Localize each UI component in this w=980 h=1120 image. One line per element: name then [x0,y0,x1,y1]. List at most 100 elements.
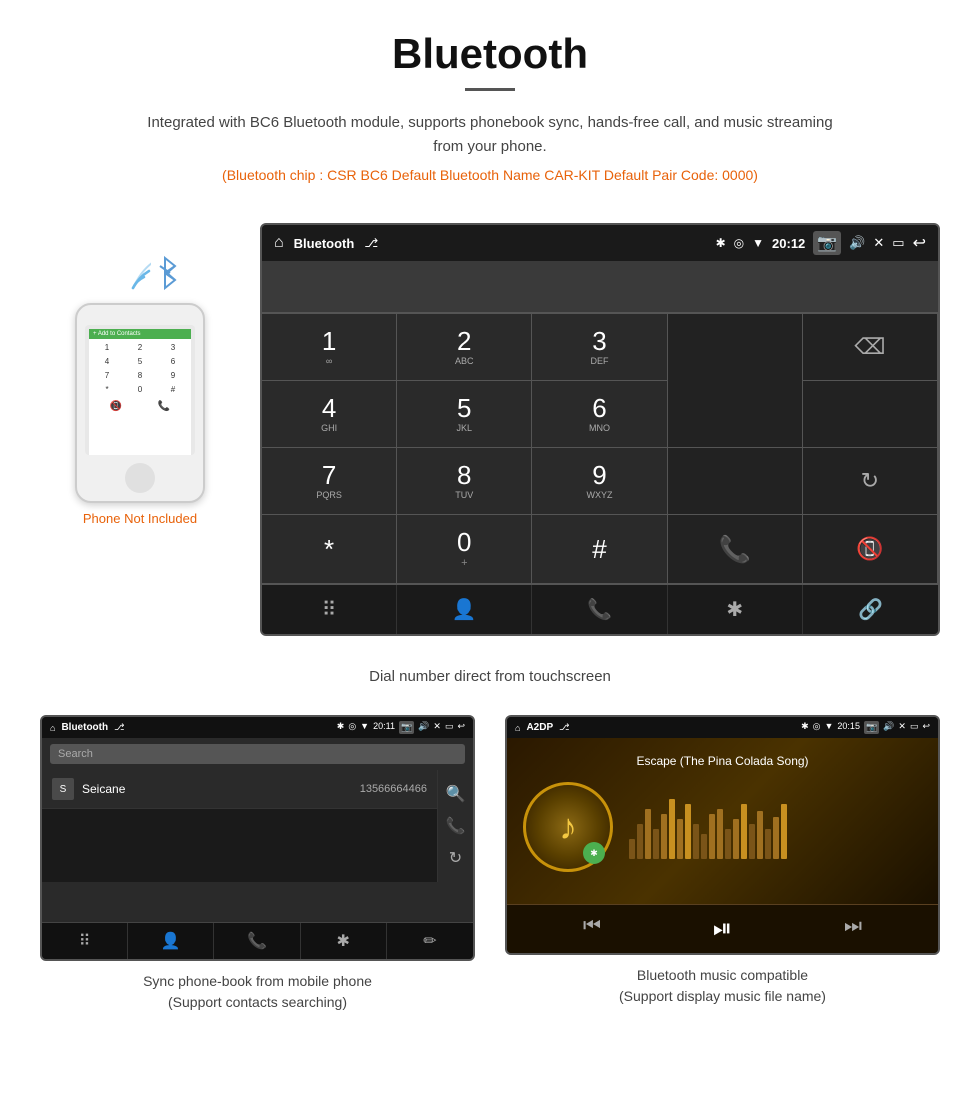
phonebook-title: Bluetooth [61,722,108,733]
caption-line2: (Support contacts searching) [168,994,347,1010]
dialpad-grid: 1 ∞ 2 ABC 3 DEF ⌫ 4 GHI 5 [262,313,938,584]
eq-bar-0 [629,839,635,859]
phonebook-usb-icon: ⎇ [114,722,124,733]
bluetooth-icon [155,253,185,298]
nav-calls[interactable]: 📞 [532,585,667,634]
music-card: ⌂ A2DP ⎇ ✱ ◎ ▼ 20:15 📷 🔊 ✕ ▭ ↩ [505,715,940,1013]
dial-key-8[interactable]: 8 TUV [397,448,532,515]
mini-key-9: 9 [157,369,189,382]
phonebook-nav-edit[interactable]: ✏ [387,923,473,959]
dial-key-4[interactable]: 4 GHI [262,381,397,448]
usb-icon: ⎇ [364,236,378,250]
key-sub-6: MNO [589,423,610,433]
phonebook-search-input[interactable]: Search [50,744,465,764]
caption-line1: Sync phone-book from mobile phone [143,973,372,989]
dial-key-1[interactable]: 1 ∞ [262,314,397,381]
mini-call-row: 📵 📞 [89,398,191,415]
volume-icon[interactable]: 🔊 [849,235,865,251]
play-pause-button[interactable]: ⏯ [713,915,732,943]
call-green-key[interactable]: 📞 [668,515,803,584]
phonebook-status-bar: ⌂ Bluetooth ⎇ ✱ ◎ ▼ 20:11 📷 🔊 ✕ ▭ ↩ [42,717,473,738]
phone-not-included: Phone Not Included [83,511,197,526]
phonebook-nav-bt[interactable]: ✱ [301,923,387,959]
wifi-icon [116,253,151,298]
eq-bar-15 [749,824,755,859]
contact-letter: S [52,778,74,800]
phonebook-side-bar: 🔍 📞 ↻ [437,770,473,882]
signal-icon: ▼ [752,236,764,250]
car-screen-title: Bluetooth [294,236,355,251]
eq-bar-1 [637,824,643,859]
phone-home-button [125,463,155,493]
dial-key-7[interactable]: 7 PQRS [262,448,397,515]
nav-bluetooth[interactable]: ✱ [668,585,803,634]
nav-contacts[interactable]: 👤 [397,585,532,634]
key-num-1: 1 [322,328,336,354]
dial-key-hash[interactable]: # [532,515,667,584]
phonebook-loc-icon: ◎ [348,721,356,734]
eq-bar-18 [773,817,779,859]
car-status-bar: ⌂ Bluetooth ⎇ ✱ ◎ ▼ 20:12 📷 🔊 ✕ ▭ ↩ [262,225,938,261]
empty-row3-col4 [668,448,803,515]
phonebook-nav-dialpad[interactable]: ⠿ [42,923,128,959]
window-icon[interactable]: ▭ [892,235,904,251]
bottom-screenshots: ⌂ Bluetooth ⎇ ✱ ◎ ▼ 20:11 📷 🔊 ✕ ▭ ↩ [0,705,980,1033]
contact-row[interactable]: S Seicane 13566664466 [42,770,437,809]
phonebook-main-area: S Seicane 13566664466 [42,770,437,882]
phonebook-nav-contacts[interactable]: 👤 [128,923,214,959]
prev-button[interactable]: ⏮ [583,915,601,943]
eq-bar-2 [645,809,651,859]
nav-link[interactable]: 🔗 [803,585,938,634]
mini-key-3: 3 [157,341,189,354]
music-title: A2DP [526,722,553,733]
music-screen: ⌂ A2DP ⎇ ✱ ◎ ▼ 20:15 📷 🔊 ✕ ▭ ↩ [505,715,940,955]
key-num-4: 4 [322,395,336,421]
dial-key-9[interactable]: 9 WXYZ [532,448,667,515]
music-loc-icon: ◎ [813,721,821,734]
mini-key-7: 7 [91,369,123,382]
key-sub-7: PQRS [316,490,342,500]
dial-key-2[interactable]: 2 ABC [397,314,532,381]
equalizer [629,799,787,859]
phonebook-nav-calls[interactable]: 📞 [214,923,300,959]
mini-key-hash: # [157,383,189,396]
music-controls: ⏮ ⏯ ⏭ [507,904,938,953]
music-content: Escape (The Pina Colada Song) ♪ ✱ [507,738,938,904]
next-button[interactable]: ⏭ [844,915,862,943]
phonebook-win-icon: ▭ [445,721,454,734]
dial-key-5[interactable]: 5 JKL [397,381,532,448]
nav-dialpad[interactable]: ⠿ [262,585,397,634]
music-win-icon: ▭ [910,721,919,734]
key-sub-0: + [461,557,467,569]
dial-key-6[interactable]: 6 MNO [532,381,667,448]
dial-key-star[interactable]: * [262,515,397,584]
refresh-key[interactable]: ↻ [803,448,938,515]
mini-call: 📞 [158,401,170,412]
close-icon[interactable]: ✕ [873,235,884,251]
mini-key-6: 6 [157,355,189,368]
location-icon: ◎ [734,236,744,250]
eq-bar-12 [725,829,731,859]
eq-bar-13 [733,819,739,859]
dial-key-3[interactable]: 3 DEF [532,314,667,381]
backspace-key[interactable]: ⌫ [803,314,938,381]
refresh-side-icon[interactable]: ↻ [449,842,462,874]
phonebook-cam-icon: 📷 [399,721,414,734]
backspace-icon: ⌫ [854,334,885,360]
orange-specs: (Bluetooth chip : CSR BC6 Default Blueto… [0,167,980,183]
camera-icon[interactable]: 📷 [813,231,841,255]
music-status-bar: ⌂ A2DP ⎇ ✱ ◎ ▼ 20:15 📷 🔊 ✕ ▭ ↩ [507,717,938,738]
back-icon[interactable]: ↩ [913,233,926,253]
key-num-0: 0 [457,529,471,555]
home-icon[interactable]: ⌂ [274,234,284,252]
phonebook-bt-icon: ✱ [337,721,345,734]
mini-key-0: 0 [124,383,156,396]
search-side-icon[interactable]: 🔍 [446,778,466,810]
phonebook-spacer [42,882,473,922]
call-red-key[interactable]: 📵 [803,515,938,584]
music-caption-line2: (Support display music file name) [619,988,826,1004]
key-num-5: 5 [457,395,471,421]
call-side-icon[interactable]: 📞 [446,810,466,842]
dial-key-0[interactable]: 0 + [397,515,532,584]
call-green-icon: 📞 [719,534,751,565]
